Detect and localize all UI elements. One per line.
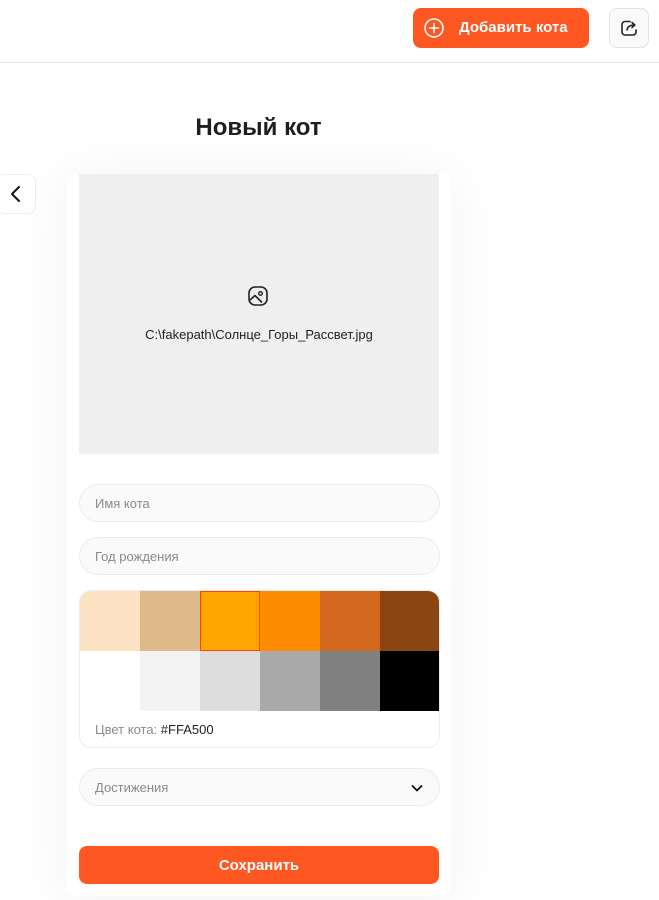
cat-color-label: Цвет кота: <box>95 722 158 737</box>
back-button[interactable] <box>0 174 36 214</box>
color-swatch[interactable] <box>80 591 140 651</box>
color-swatch[interactable] <box>140 591 200 651</box>
add-cat-label: Добавить кота <box>459 19 568 36</box>
color-swatch[interactable] <box>80 651 140 711</box>
color-swatch[interactable] <box>140 651 200 711</box>
color-swatch[interactable] <box>320 591 380 651</box>
save-button[interactable]: Сохранить <box>79 846 439 884</box>
chevron-down-icon <box>411 785 423 792</box>
top-bar: Добавить кота <box>0 0 659 63</box>
birth-year-input[interactable] <box>79 537 440 575</box>
plus-circle-icon <box>424 18 444 38</box>
color-swatch[interactable] <box>380 591 439 651</box>
color-swatch[interactable] <box>200 591 260 651</box>
share-button[interactable] <box>609 8 649 48</box>
page-title: Новый кот <box>195 114 322 141</box>
chevron-left-icon <box>11 186 20 202</box>
color-swatch[interactable] <box>260 651 320 711</box>
color-swatches <box>80 591 439 711</box>
photo-upload[interactable]: C:\fakepath\Солнце_Горы_Рассвет.jpg <box>79 174 439 454</box>
achievements-placeholder: Достижения <box>95 780 169 795</box>
cat-color-readout: Цвет кота: #FFA500 <box>95 722 214 737</box>
add-cat-button[interactable]: Добавить кота <box>413 8 589 48</box>
color-palette: Цвет кота: #FFA500 <box>79 590 440 748</box>
color-swatch[interactable] <box>260 591 320 651</box>
photo-filename: C:\fakepath\Солнце_Горы_Рассвет.jpg <box>145 327 373 342</box>
image-icon <box>248 286 268 306</box>
color-swatch[interactable] <box>200 651 260 711</box>
achievements-select[interactable]: Достижения <box>79 768 440 806</box>
cat-color-value: #FFA500 <box>160 722 214 737</box>
share-icon <box>621 20 637 36</box>
color-swatch[interactable] <box>380 651 439 711</box>
cat-name-input[interactable] <box>79 484 440 522</box>
color-swatch[interactable] <box>320 651 380 711</box>
